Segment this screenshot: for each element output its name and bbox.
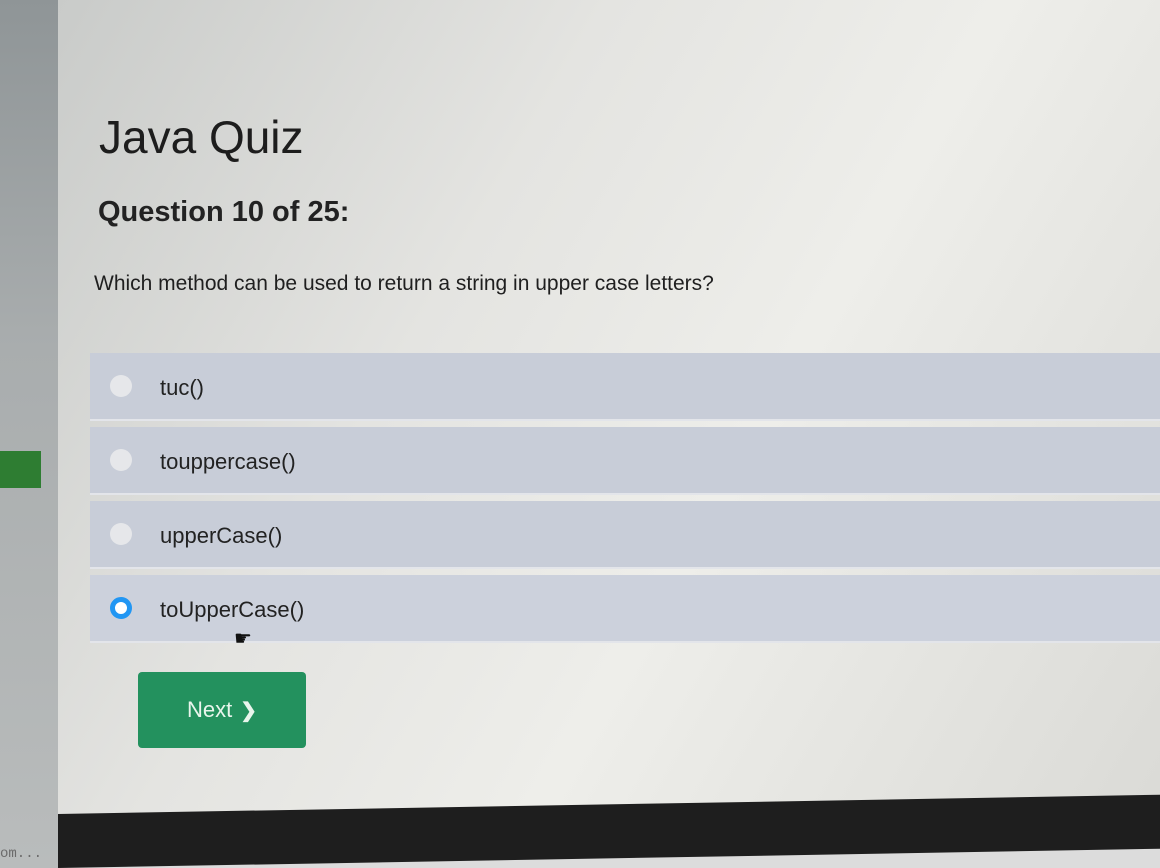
green-tab-marker <box>0 451 41 488</box>
next-label: Next <box>186 697 233 722</box>
option-label: touppercase() <box>160 449 296 474</box>
browser-left-gutter: om... <box>0 0 58 868</box>
option-tuc[interactable]: tuc() <box>90 353 1160 421</box>
radio-button[interactable] <box>110 449 132 471</box>
radio-button[interactable] <box>110 375 132 397</box>
option-label: upperCase() <box>160 523 283 548</box>
radio-button[interactable] <box>110 523 132 545</box>
quiz-title: Java Quiz <box>99 111 304 163</box>
radio-button-selected[interactable] <box>110 597 132 619</box>
option-touppercase-lower[interactable]: touppercase() <box>90 427 1160 495</box>
option-label: tuc() <box>160 375 204 400</box>
hand-cursor-icon: ☛ <box>234 628 252 650</box>
question-counter: Question 10 of 25: <box>98 196 350 228</box>
answer-options: tuc() touppercase() upperCase() toUpperC… <box>90 353 1160 649</box>
chevron-right-icon: ❯ <box>240 699 257 722</box>
question-text: Which method can be used to return a str… <box>94 272 714 295</box>
option-label: toUpperCase() <box>160 597 305 622</box>
option-uppercase[interactable]: upperCase() <box>90 501 1160 569</box>
quiz-page: Java Quiz Question 10 of 25: Which metho… <box>58 0 1160 830</box>
next-button[interactable]: Next ❯ <box>138 672 306 748</box>
url-fragment: om... <box>0 846 43 862</box>
